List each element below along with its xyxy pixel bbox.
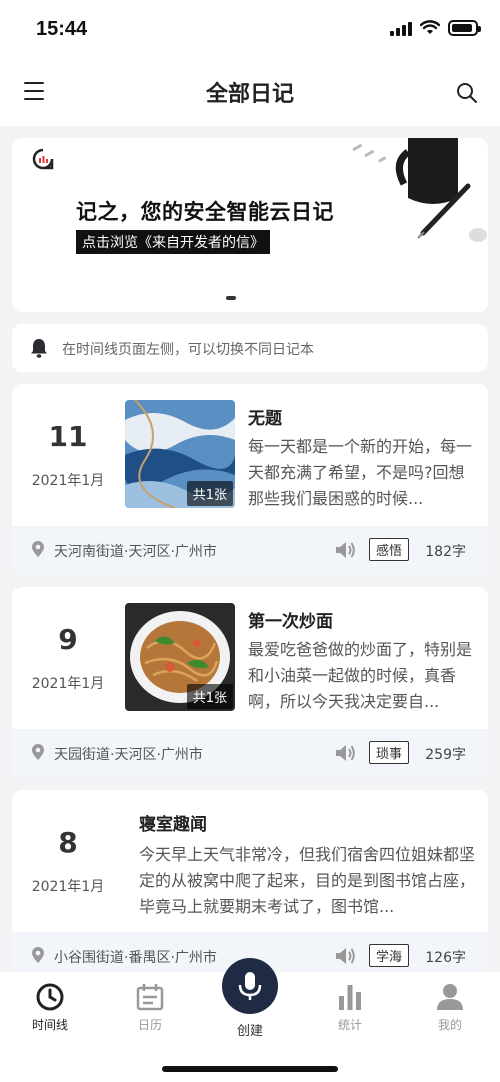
diary-entry-card[interactable]: 8 2021年1月 寝室趣闻 今天早上天气非常冷，但我们宿舍四位姐妹都坚定的从被… — [12, 790, 488, 980]
photo-count-badge: 共1张 — [186, 684, 233, 709]
speaker-icon[interactable] — [334, 540, 356, 560]
entry-day: 9 — [58, 623, 78, 656]
entry-location: 小谷围街道·番禺区·广州市 — [54, 950, 217, 966]
calendar-icon — [136, 984, 164, 1011]
page-title: 全部日记 — [205, 82, 294, 107]
person-icon — [437, 984, 463, 1010]
speaker-icon[interactable] — [334, 946, 356, 966]
carousel-indicator[interactable] — [226, 296, 236, 300]
diary-entry-card[interactable]: 11 2021年1月 共1张 无题 每一天都是一个新的开始，每一天都充满了希望，… — [12, 384, 488, 574]
entry-excerpt: 今天早上天气非常冷，但我们宿舍四位姐妹都坚定的从被窝中爬了起来，目的是到图书馆占… — [139, 845, 475, 916]
entry-title: 无题 — [248, 409, 282, 429]
tab-label: 统计 — [337, 1018, 362, 1032]
wifi-icon — [420, 20, 440, 34]
entry-word-count: 259字 — [425, 747, 466, 763]
location-pin-icon — [32, 541, 44, 557]
banner-subline[interactable]: 点击浏览《来自开发者的信》 — [76, 230, 270, 254]
battery-icon — [448, 20, 481, 36]
entry-photo[interactable]: 共1张 — [125, 603, 235, 711]
tip-bar: 在时间线页面左侧，可以切换不同日记本 — [12, 324, 488, 372]
entry-month: 2021年1月 — [31, 676, 105, 692]
entry-excerpt: 最爱吃爸爸做的炒面了，特别是和小油菜一起做的时候，真香啊，所以今天我决定要自..… — [248, 640, 473, 711]
entry-month: 2021年1月 — [31, 473, 105, 489]
create-label: 创建 — [236, 1024, 263, 1039]
location-pin-icon — [32, 744, 44, 760]
entry-location: 天河南街道·天河区·广州市 — [54, 544, 217, 560]
top-navbar: 全部日记 — [0, 60, 500, 126]
entry-location: 天园街道·天河区·广州市 — [54, 747, 203, 763]
entry-photo[interactable]: 共1张 — [125, 400, 235, 508]
app-logo-icon — [32, 148, 54, 170]
entry-word-count: 126字 — [425, 950, 466, 966]
speaker-icon[interactable] — [334, 743, 356, 763]
tab-timeline[interactable]: 时间线 — [20, 982, 80, 1033]
banner-headline: 记之，您的安全智能云日记 — [76, 200, 334, 224]
tab-label: 日历 — [137, 1018, 162, 1032]
create-button[interactable] — [222, 958, 278, 1014]
status-bar: 15:44 — [0, 0, 500, 60]
tab-statistics[interactable]: 统计 — [320, 982, 380, 1033]
photo-count-badge: 共1张 — [186, 481, 233, 506]
entry-word-count: 182字 — [425, 544, 466, 560]
mug-and-pen-illustration — [352, 138, 487, 242]
promo-banner[interactable]: 记之，您的安全智能云日记 点击浏览《来自开发者的信》 — [12, 138, 488, 312]
location-pin-icon — [32, 947, 44, 963]
entry-tag[interactable]: 感悟 — [369, 538, 410, 561]
tab-profile[interactable]: 我的 — [420, 982, 480, 1033]
entry-day: 8 — [58, 826, 78, 859]
entry-day: 11 — [48, 420, 88, 453]
entry-footer: 天河南街道·天河区·广州市 感悟 182字 — [12, 526, 488, 574]
tab-label: 我的 — [437, 1018, 462, 1032]
signal-icon — [390, 20, 412, 36]
entry-title: 第一次炒面 — [248, 612, 333, 632]
entry-footer: 天园街道·天河区·广州市 琐事 259字 — [12, 729, 488, 777]
tip-text: 在时间线页面左侧，可以切换不同日记本 — [62, 342, 314, 358]
clock-icon — [36, 983, 64, 1011]
status-time: 15:44 — [36, 18, 88, 40]
entry-title: 寝室趣闻 — [139, 815, 207, 835]
entry-month: 2021年1月 — [31, 879, 105, 895]
status-icons — [390, 20, 481, 36]
home-indicator[interactable] — [162, 1066, 338, 1072]
entry-excerpt: 每一天都是一个新的开始，每一天都充满了希望，不是吗?回想那些我们最困惑的时候..… — [248, 437, 473, 508]
entry-tag[interactable]: 琐事 — [369, 741, 410, 764]
search-icon[interactable] — [456, 82, 478, 104]
microphone-icon — [238, 972, 262, 1000]
bottom-tab-bar: 时间线 日历 创建 统计 我的 — [0, 958, 500, 1082]
tab-calendar[interactable]: 日历 — [120, 982, 180, 1033]
entry-tag[interactable]: 学海 — [369, 944, 410, 967]
diary-entry-card[interactable]: 9 2021年1月 共1张 第一次炒面 最爱吃爸爸做的炒面了，特别是和小油菜一起… — [12, 587, 488, 777]
tab-label: 时间线 — [31, 1018, 68, 1032]
bell-icon — [31, 339, 47, 358]
bar-chart-icon — [339, 985, 361, 1010]
